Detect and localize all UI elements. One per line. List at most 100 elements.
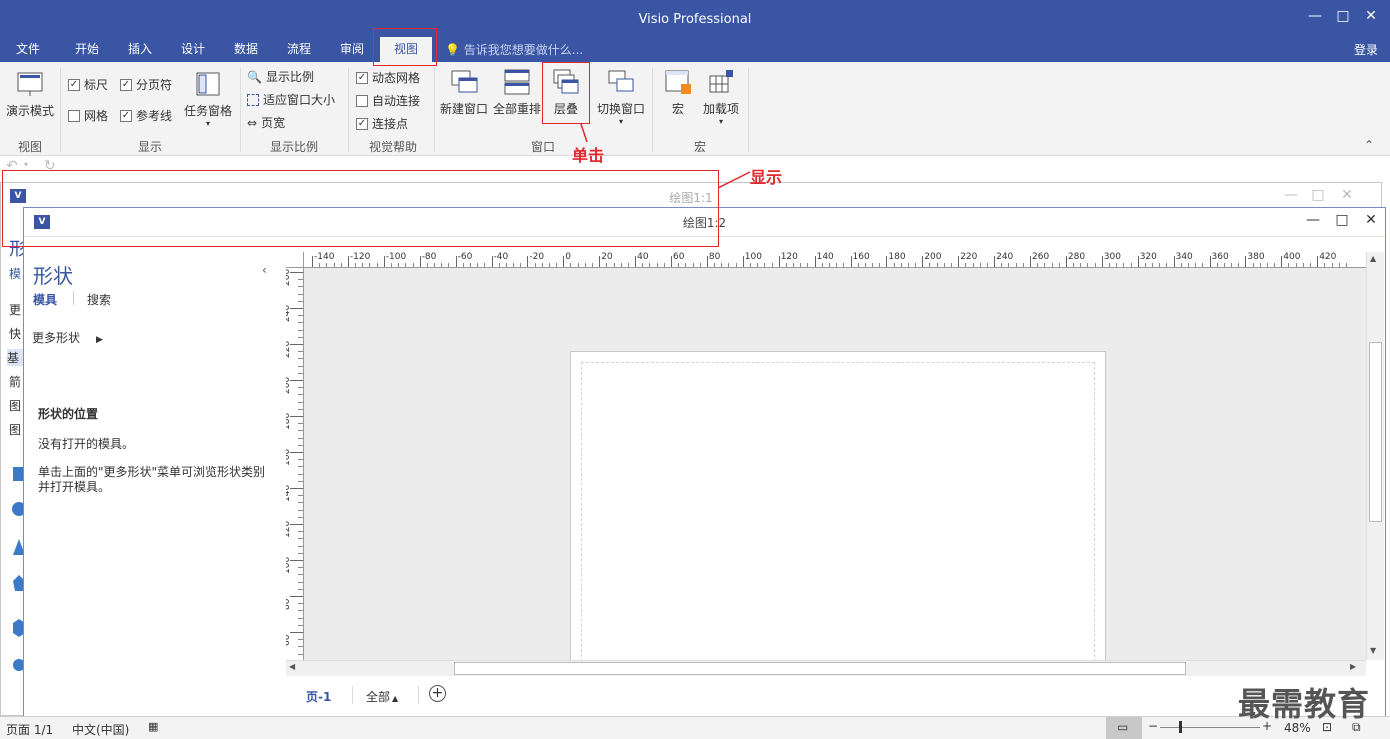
tab-home[interactable]: 开始 xyxy=(68,40,106,62)
ruler-label: 40 xyxy=(637,252,649,262)
window-2-close[interactable]: ✕ xyxy=(1361,212,1381,228)
minimize-button[interactable]: — xyxy=(1305,8,1325,24)
ruler-label: -20 xyxy=(529,252,545,262)
ruler-tick xyxy=(312,256,313,267)
ruler-tick xyxy=(290,632,303,633)
grid-checkbox[interactable]: 网格 xyxy=(68,107,108,124)
ruler-label: 200 xyxy=(286,376,292,394)
tab-file[interactable]: 文件 xyxy=(10,40,46,62)
language-indicator[interactable]: 中文(中国) xyxy=(72,721,129,738)
window-2-minimize[interactable]: — xyxy=(1303,212,1323,228)
chevron-down-icon[interactable]: ▾ xyxy=(24,160,28,169)
macro-record-icon[interactable]: ▦ xyxy=(148,720,158,733)
tab-design[interactable]: 设计 xyxy=(174,40,212,62)
auto-connect-checkbox[interactable]: 自动连接 xyxy=(356,92,420,109)
arrange-all-button[interactable]: 全部重排 xyxy=(492,68,542,117)
tab-review[interactable]: 审阅 xyxy=(333,40,371,62)
ruler-tick xyxy=(778,256,780,267)
scroll-down-icon[interactable]: ▼ xyxy=(1370,646,1376,655)
switch-windows-button[interactable]: 切换窗口 ▾ xyxy=(594,68,648,126)
presentation-view-button[interactable]: ▭ xyxy=(1106,717,1142,739)
ruler-label: 240 xyxy=(996,252,1014,262)
restore-button[interactable]: □ xyxy=(1333,8,1353,24)
close-button[interactable]: ✕ xyxy=(1361,8,1381,24)
ruler-label: 80 xyxy=(708,252,721,262)
new-window-button[interactable]: 新建窗口 xyxy=(438,68,490,117)
drawing-window-2[interactable]: V 绘图1:2 — □ ✕ 形状 ‹ 模具 搜索 更多形状 ▶ 形状的位置 没有打… xyxy=(23,207,1386,717)
ruler-label: 120 xyxy=(780,252,798,262)
drawing-page[interactable] xyxy=(570,351,1106,672)
collapse-ribbon-icon[interactable]: ⌃ xyxy=(1364,138,1374,152)
horizontal-scroll-thumb[interactable] xyxy=(454,662,1186,675)
new-window-icon xyxy=(451,70,478,93)
ruler-tick xyxy=(1030,256,1031,267)
addins-button[interactable]: 加载项 ▾ xyxy=(700,68,742,126)
vertical-scrollbar[interactable]: ▲ ▼ xyxy=(1366,252,1384,660)
tab-search[interactable]: 搜索 xyxy=(87,291,111,308)
vertical-scroll-thumb[interactable] xyxy=(1369,342,1382,522)
page-indicator[interactable]: 页面 1/1 xyxy=(6,721,53,738)
shapes-hint-text: 单击上面的"更多形状"菜单可浏览形状类别并打开模具。 xyxy=(38,465,266,494)
zoom-out-button[interactable]: − xyxy=(1148,719,1158,733)
macros-button[interactable]: 宏 xyxy=(660,68,696,117)
page-width-icon: ⇔ xyxy=(247,115,258,130)
tell-me-search[interactable]: 💡 告诉我您想要做什么... xyxy=(445,41,583,58)
fit-to-window-button[interactable]: 适应窗口大小 xyxy=(247,91,335,108)
scroll-right-icon[interactable]: ▶ xyxy=(1350,662,1356,671)
scroll-left-icon[interactable]: ◀ xyxy=(289,662,295,671)
ruler-label: -60 xyxy=(457,252,473,262)
ruler-label: 340 xyxy=(1175,252,1193,262)
group-label-show: 显示 xyxy=(137,140,162,154)
login-link[interactable]: 登录 xyxy=(1354,41,1378,58)
ruler-tick xyxy=(1245,256,1247,267)
window-1-close[interactable]: ✕ xyxy=(1337,187,1357,203)
ruler-label: 140 xyxy=(286,484,292,502)
dynamic-grid-checkbox[interactable]: ✓ 动态网格 xyxy=(356,69,420,86)
ruler-label: 20 xyxy=(601,252,613,262)
ruler-label: 280 xyxy=(1067,252,1086,262)
ruler-tick xyxy=(850,256,852,267)
presentation-mode-button[interactable]: 演示模式 xyxy=(4,70,56,119)
collapse-panel-icon[interactable]: ‹ xyxy=(262,263,267,277)
page-break-checkbox[interactable]: ✓ 分页符 xyxy=(120,76,172,93)
no-stencil-text: 没有打开的模具。 xyxy=(38,437,135,451)
addin-icon xyxy=(709,70,733,93)
horizontal-scrollbar[interactable]: ◀ ▶ xyxy=(286,660,1366,676)
guides-checkbox[interactable]: ✓ 参考线 xyxy=(120,107,172,124)
ruler-tick xyxy=(922,256,924,267)
annotation-line-show xyxy=(718,171,751,189)
ruler-tick xyxy=(742,256,744,267)
ruler-label: 300 xyxy=(1103,252,1121,262)
zoom-button[interactable]: 🔍 显示比例 xyxy=(247,68,314,85)
page-width-button[interactable]: ⇔ 页宽 xyxy=(247,114,285,131)
ruler-checkbox[interactable]: ✓ 标尺 xyxy=(68,76,108,93)
tab-process[interactable]: 流程 xyxy=(280,40,318,62)
zoom-slider[interactable] xyxy=(1160,727,1260,728)
ruler-tick xyxy=(814,256,816,267)
more-shapes-menu[interactable]: 更多形状 ▶ xyxy=(32,329,103,346)
task-panes-button[interactable]: 任务窗格 ▾ xyxy=(182,70,234,128)
window-2-restore[interactable]: □ xyxy=(1332,212,1352,228)
tab-insert[interactable]: 插入 xyxy=(121,40,159,62)
page-tab-1[interactable]: 页-1 xyxy=(306,688,331,705)
window-1-minimize[interactable]: — xyxy=(1281,187,1301,203)
connection-points-checkbox[interactable]: ✓ 连接点 xyxy=(356,115,408,132)
tab-data[interactable]: 数据 xyxy=(227,40,265,62)
ruler-tick xyxy=(958,256,960,267)
group-label-window: 窗口 xyxy=(530,140,555,154)
triangle-up-icon: ▲ xyxy=(392,694,399,703)
tab-stencils[interactable]: 模具 xyxy=(33,291,57,308)
add-page-button[interactable]: + xyxy=(429,685,446,702)
watermark: 最需教育 xyxy=(1238,685,1371,723)
ruler-tick xyxy=(419,256,421,267)
ruler-label: 180 xyxy=(286,412,292,430)
task-pane-icon xyxy=(196,72,220,96)
ruler-label: 220 xyxy=(286,340,292,358)
annotation-line-click xyxy=(580,124,588,143)
scroll-up-icon[interactable]: ▲ xyxy=(1370,254,1376,263)
zoom-slider-thumb[interactable] xyxy=(1179,721,1182,733)
all-pages-menu[interactable]: 全部 ▲ xyxy=(366,688,398,705)
window-1-restore[interactable]: □ xyxy=(1308,187,1328,203)
ruler-tick xyxy=(290,560,303,561)
ruler-label: 200 xyxy=(924,252,942,262)
